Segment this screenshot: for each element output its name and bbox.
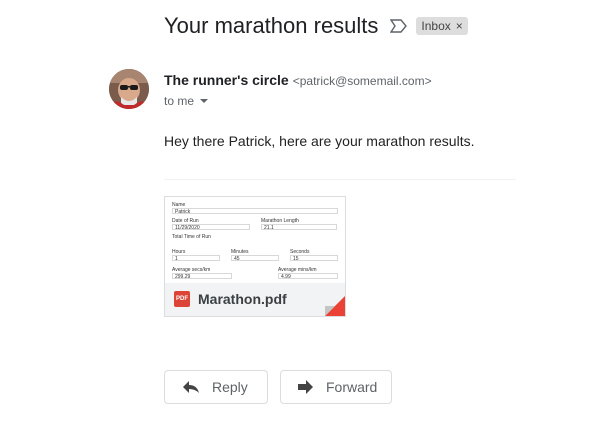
- preview-name-value: Patrick: [172, 208, 338, 215]
- recipient-details[interactable]: to me: [164, 94, 209, 108]
- important-marker-icon[interactable]: [390, 19, 408, 33]
- attachment-footer: PDF Marathon.pdf: [165, 283, 345, 316]
- caret-down-icon[interactable]: [200, 99, 209, 103]
- preview-avg-secs-value: 299.29: [172, 273, 232, 280]
- preview-hours-value: 1: [172, 255, 220, 262]
- reply-icon: [183, 381, 199, 393]
- sender-name[interactable]: The runner's circle: [164, 72, 289, 88]
- avatar[interactable]: [109, 69, 149, 109]
- forward-icon: [298, 380, 313, 394]
- sender-row: The runner's circle <patrick@somemail.co…: [164, 72, 432, 88]
- preview-length-value: 21.1: [261, 224, 337, 231]
- forward-label: Forward: [326, 379, 378, 395]
- attachment-preview: Name Patrick Date of Run 11/29/2020 Mara…: [165, 197, 345, 280]
- preview-date-value: 11/29/2020: [172, 224, 250, 231]
- preview-seconds-value: 15: [290, 255, 338, 262]
- label-close-icon[interactable]: ×: [456, 19, 463, 33]
- preview-minutes-value: 45: [231, 255, 279, 262]
- forward-button[interactable]: Forward: [280, 370, 392, 404]
- attachment-filename: Marathon.pdf: [198, 291, 287, 307]
- preview-total-label: Total Time of Run: [172, 234, 211, 240]
- attachment-card[interactable]: Name Patrick Date of Run 11/29/2020 Mara…: [164, 196, 346, 317]
- email-body: Hey there Patrick, here are your maratho…: [164, 133, 475, 149]
- divider: [164, 179, 516, 180]
- inbox-label-chip: Inbox ×: [416, 17, 468, 35]
- recipient-text: to me: [164, 94, 195, 108]
- reply-button[interactable]: Reply: [164, 370, 268, 404]
- preview-avg-mins-value: 4.99: [278, 273, 338, 280]
- email-subject: Your marathon results: [164, 13, 379, 38]
- reply-label: Reply: [212, 379, 248, 395]
- page-fold-icon: [325, 296, 345, 316]
- pdf-icon: PDF: [174, 291, 190, 307]
- subject-row: Your marathon results Inbox ×: [164, 13, 468, 39]
- inbox-label-text: Inbox: [421, 19, 451, 33]
- sender-email: <patrick@somemail.com>: [292, 74, 432, 88]
